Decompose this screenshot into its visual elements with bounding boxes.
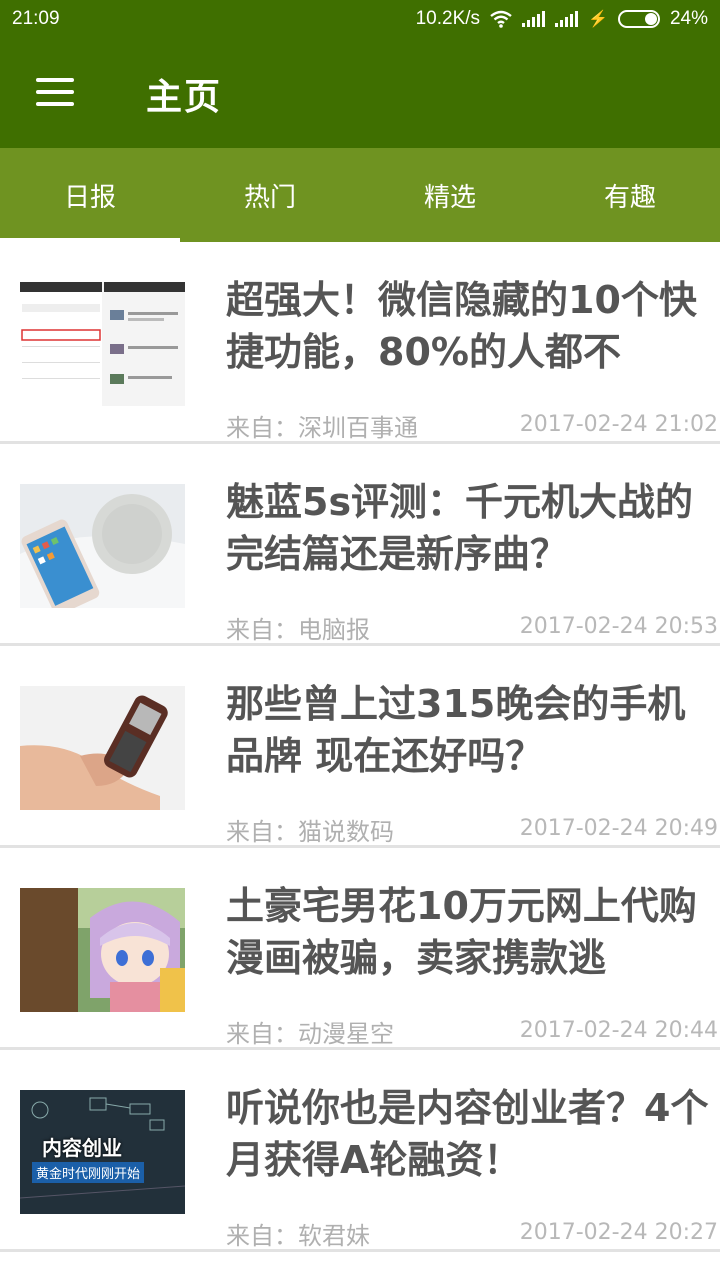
content-startup-thumbnail: 内容创业 黄金时代刚刚开始	[20, 1090, 185, 1214]
article-item[interactable]: 内容创业 黄金时代刚刚开始 听说你也是内容创业者？4个月获得A轮融资！ 来自：软…	[0, 1050, 720, 1252]
article-item[interactable]: 魅蓝5s评测：千元机大战的完结篇还是新序曲？ 来自：电脑报 2017-02-24…	[0, 444, 720, 646]
tab-fun[interactable]: 有趣	[540, 148, 720, 242]
article-title: 魅蓝5s评测：千元机大战的完结篇还是新序曲？	[226, 480, 694, 576]
article-item[interactable]: 超强大！微信隐藏的10个快捷功能，80%的人都不 来自：深圳百事通 2017-0…	[0, 242, 720, 444]
signal-icon	[555, 11, 579, 27]
wechat-screenshot-thumbnail	[20, 282, 185, 406]
article-date: 2017-02-24 20:53	[519, 614, 718, 639]
article-source: 来自：电脑报	[226, 616, 370, 644]
article-date: 2017-02-24 20:49	[519, 816, 718, 841]
article-title: 超强大！微信隐藏的10个快捷功能，80%的人都不	[226, 278, 697, 374]
thumb-caption-sub: 黄金时代刚刚开始	[32, 1162, 145, 1183]
tab-bar: 日报 热门 精选 有趣	[0, 148, 720, 242]
article-source: 来自：深圳百事通	[226, 414, 418, 442]
status-time: 21:09	[12, 8, 60, 29]
article-item[interactable]: 那些曾上过315晚会的手机品牌 现在还好吗？ 来自：猫说数码 2017-02-2…	[0, 646, 720, 848]
tab-featured[interactable]: 精选	[360, 148, 540, 242]
article-source: 来自：软君妹	[226, 1222, 370, 1250]
tab-daily[interactable]: 日报	[0, 148, 180, 242]
battery-percent: 24%	[669, 8, 708, 29]
page-title: 主页	[146, 77, 223, 118]
hand-holding-phone-thumbnail	[20, 686, 185, 810]
article-title: 土豪宅男花10万元网上代购漫画被骗，卖家携款逃	[226, 884, 697, 980]
charging-icon: ⚡	[588, 11, 608, 28]
wifi-icon	[490, 10, 512, 28]
article-title: 那些曾上过315晚会的手机品牌 现在还好吗？	[226, 682, 686, 778]
article-item[interactable]: 土豪宅男花10万元网上代购漫画被骗，卖家携款逃 来自：动漫星空 2017-02-…	[0, 848, 720, 1050]
anime-girl-thumbnail	[20, 888, 185, 1012]
app-bar: 主页	[0, 38, 720, 148]
article-source: 来自：动漫星空	[226, 1020, 394, 1048]
article-list: 超强大！微信隐藏的10个快捷功能，80%的人都不 来自：深圳百事通 2017-0…	[0, 242, 720, 1252]
network-speed: 10.2K/s	[415, 8, 481, 29]
hamburger-menu-icon[interactable]	[36, 78, 76, 106]
article-date: 2017-02-24 20:44	[519, 1018, 718, 1043]
tab-hot[interactable]: 热门	[180, 148, 360, 242]
status-bar: 21:09 10.2K/s ⚡ 24%	[0, 0, 720, 38]
signal-icon	[522, 11, 546, 27]
article-date: 2017-02-24 21:02	[519, 412, 718, 437]
battery-icon	[617, 10, 660, 28]
thumb-caption-main: 内容创业	[42, 1136, 122, 1160]
phone-and-speaker-thumbnail	[20, 484, 185, 608]
article-source: 来自：猫说数码	[226, 818, 394, 846]
status-icons: 10.2K/s ⚡ 24%	[416, 8, 708, 30]
article-title: 听说你也是内容创业者？4个月获得A轮融资！	[226, 1086, 709, 1182]
article-date: 2017-02-24 20:27	[519, 1220, 718, 1245]
